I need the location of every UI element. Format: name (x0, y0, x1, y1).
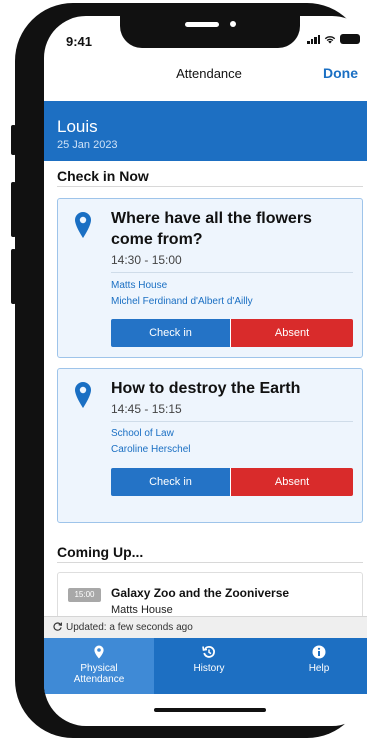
notch (120, 16, 300, 48)
screen: 9:41 Attendance Done Louis 25 Jan 2023 C… (44, 16, 367, 726)
session-location-link[interactable]: School of Law (111, 428, 174, 439)
upcoming-location: Matts House (111, 604, 173, 616)
home-indicator[interactable] (154, 708, 266, 712)
refresh-icon (53, 622, 63, 631)
tab-history[interactable]: History (154, 638, 264, 694)
refresh-status[interactable]: Updated: a few seconds ago (44, 616, 367, 638)
attendance-buttons: Check in Absent (111, 319, 353, 347)
session-title: Where have all the flowers come from? (111, 210, 312, 248)
divider (57, 186, 363, 187)
tab-label: History (193, 663, 225, 674)
status-time: 9:41 (66, 34, 93, 49)
tab-bar: Physical Attendance History Help (44, 638, 367, 694)
coming-up-heading: Coming Up... (57, 544, 144, 560)
map-pin-icon (94, 645, 104, 659)
info-icon (312, 645, 326, 659)
absent-button[interactable]: Absent (231, 319, 353, 347)
cellular-signal-icon (307, 35, 320, 44)
session-card: Where have all the flowers come from? 14… (57, 198, 363, 358)
check-in-button[interactable]: Check in (111, 319, 231, 347)
map-pin-icon (75, 212, 91, 238)
history-icon (202, 646, 215, 658)
phone-frame: 9:41 Attendance Done Louis 25 Jan 2023 C… (15, 3, 367, 738)
tab-label: Help (308, 663, 330, 674)
check-in-button[interactable]: Check in (111, 468, 231, 496)
wifi-icon (324, 34, 336, 44)
session-time: 14:45 - 15:15 (111, 402, 182, 416)
profile-name: Louis (57, 117, 98, 136)
page-title: Attendance (176, 66, 242, 81)
session-location-link[interactable]: Matts House (111, 280, 167, 291)
divider (57, 562, 363, 563)
session-staff-link[interactable]: Caroline Herschel (111, 444, 190, 455)
battery-icon (340, 34, 360, 44)
session-card: How to destroy the Earth 14:45 - 15:15 S… (57, 368, 363, 523)
absent-button[interactable]: Absent (231, 468, 353, 496)
divider (111, 272, 353, 273)
map-pin-icon (75, 382, 91, 408)
attendance-buttons: Check in Absent (111, 468, 353, 496)
done-button[interactable]: Done (323, 65, 358, 81)
upcoming-title: Galaxy Zoo and the Zooniverse (111, 586, 290, 600)
profile-date: 25 Jan 2023 (57, 139, 118, 151)
camera (230, 21, 236, 27)
tab-label: Physical Attendance (73, 663, 125, 685)
tab-physical-attendance[interactable]: Physical Attendance (44, 638, 154, 694)
speaker (185, 22, 219, 27)
status-icons (307, 34, 360, 44)
profile-banner: Louis 25 Jan 2023 (44, 101, 367, 161)
session-staff-link[interactable]: Michel Ferdinand d'Albert d'Ailly (111, 296, 253, 307)
check-in-now-heading: Check in Now (57, 168, 149, 184)
session-time: 14:30 - 15:00 (111, 253, 182, 267)
refresh-text: Updated: a few seconds ago (66, 622, 193, 633)
navigation-bar: Attendance Done (44, 58, 367, 88)
upcoming-time-badge: 15:00 (68, 588, 101, 602)
divider (111, 421, 353, 422)
tab-help[interactable]: Help (264, 638, 367, 694)
session-title: How to destroy the Earth (111, 380, 301, 397)
